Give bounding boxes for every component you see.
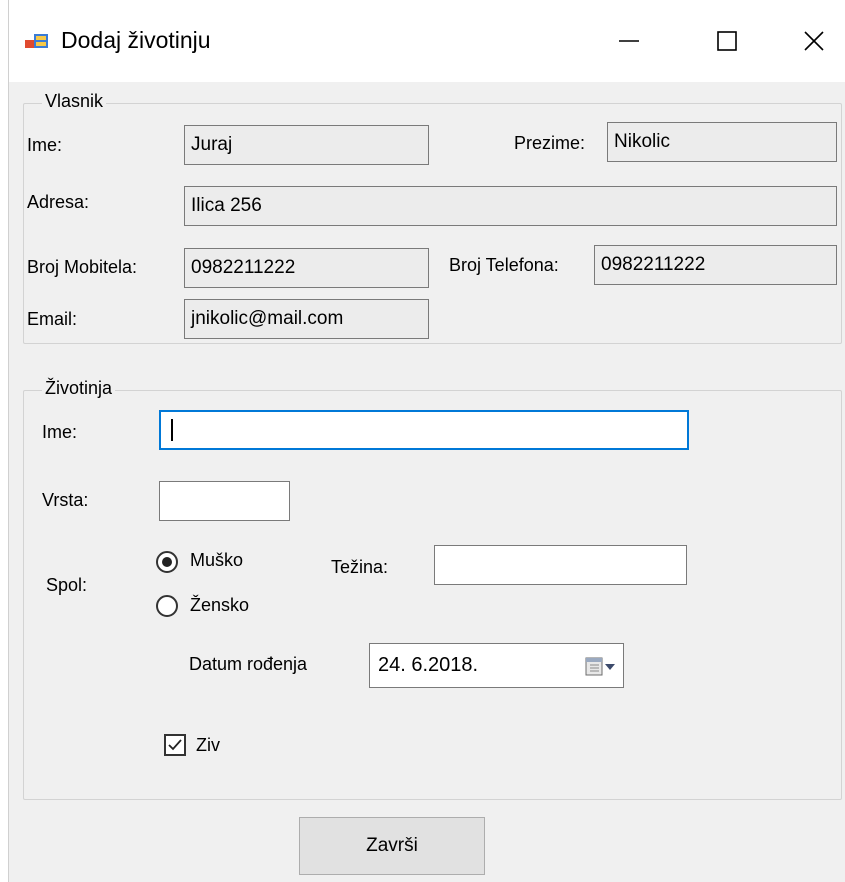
winforms-app-icon	[25, 34, 48, 48]
animal-sex-label: Spol:	[46, 575, 88, 595]
animal-weight-label: Težina:	[331, 557, 389, 577]
owner-mobile-field[interactable]: 0982211222	[184, 248, 429, 288]
owner-first-name-field[interactable]: Juraj	[184, 125, 429, 165]
owner-address-label: Adresa:	[27, 192, 90, 212]
owner-last-name-label: Prezime:	[514, 133, 586, 153]
birth-date-label: Datum rođenja	[189, 654, 308, 674]
owner-mobile-label: Broj Mobitela:	[27, 257, 138, 277]
owner-phone-label: Broj Telefona:	[449, 255, 559, 275]
animal-legend: Životinja	[42, 378, 116, 399]
animal-species-input[interactable]	[159, 481, 290, 521]
minimize-icon	[619, 40, 639, 42]
text-caret	[171, 419, 173, 441]
alive-checkbox-label[interactable]: Ziv	[196, 735, 220, 756]
title-bar[interactable]: Dodaj životinju	[9, 0, 845, 82]
owner-address-field[interactable]: Ilica 256	[184, 186, 837, 226]
minimize-button[interactable]	[599, 18, 659, 64]
animal-name-label: Ime:	[42, 422, 78, 442]
owner-legend: Vlasnik	[42, 91, 107, 112]
finish-button[interactable]: Završi	[299, 817, 485, 875]
radio-selected-dot	[162, 557, 172, 567]
animal-species-label: Vrsta:	[42, 490, 89, 510]
owner-email-label: Email:	[27, 309, 78, 329]
sex-radio-female[interactable]	[156, 595, 178, 617]
maximize-icon	[717, 31, 737, 51]
owner-email-field[interactable]: jnikolic@mail.com	[184, 299, 429, 339]
owner-phone-field[interactable]: 0982211222	[594, 245, 837, 285]
close-icon	[804, 31, 824, 51]
animal-groupbox: Životinja	[23, 378, 842, 800]
maximize-button[interactable]	[697, 18, 757, 64]
alive-checkbox[interactable]	[164, 734, 186, 756]
checkmark-icon	[168, 739, 182, 751]
birth-date-picker[interactable]: 24. 6.2018.	[369, 643, 624, 688]
sex-radio-male-label[interactable]: Muško	[190, 550, 243, 571]
calendar-dropdown-icon[interactable]	[585, 656, 617, 678]
sex-radio-female-label[interactable]: Žensko	[190, 595, 249, 616]
sex-radio-male[interactable]	[156, 551, 178, 573]
finish-button-label: Završi	[366, 835, 418, 856]
animal-weight-input[interactable]	[434, 545, 687, 585]
close-button[interactable]	[784, 18, 844, 64]
owner-last-name-field[interactable]: Nikolic	[607, 122, 837, 162]
owner-first-name-label: Ime:	[27, 135, 63, 155]
dialog-window: Dodaj životinju Vlasnik Ime: Juraj Prezi…	[8, 0, 845, 882]
animal-name-input[interactable]	[159, 410, 689, 450]
birth-date-value: 24. 6.2018.	[378, 654, 479, 676]
window-title: Dodaj životinju	[61, 27, 211, 53]
